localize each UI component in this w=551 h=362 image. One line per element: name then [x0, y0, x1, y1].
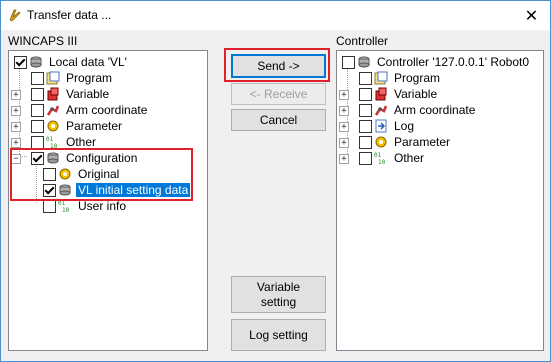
tree-node-label: Controller '127.0.0.1' Robot0 — [377, 55, 530, 69]
tree-node-controller[interactable]: Controller '127.0.0.1' Robot0 — [342, 54, 531, 70]
checkbox-other[interactable] — [359, 151, 372, 165]
window-title: Transfer data ... — [27, 8, 112, 22]
expand-icon[interactable]: + — [11, 138, 21, 148]
checkbox-arm-coordinate[interactable] — [359, 103, 372, 117]
checkbox-variable[interactable] — [359, 87, 372, 101]
checkbox-other[interactable] — [31, 135, 44, 149]
tree-node-label: Program — [66, 71, 113, 85]
tree-node-label: Parameter — [394, 135, 451, 149]
checkbox-arm-coordinate[interactable] — [31, 103, 44, 117]
receive-button[interactable]: <- Receive — [231, 83, 326, 105]
tree-node-label: Arm coordinate — [66, 103, 148, 117]
app-icon — [9, 9, 21, 22]
binary-data-icon: 0110 — [46, 136, 58, 149]
checkbox-controller[interactable] — [342, 55, 355, 69]
tree-node-parameter[interactable]: + Parameter — [11, 118, 124, 134]
tree-node-log[interactable]: + Log — [339, 118, 416, 134]
configuration-highlight — [10, 148, 193, 201]
cancel-button[interactable]: Cancel — [231, 109, 326, 131]
checkbox-local-data[interactable] — [14, 55, 27, 69]
destination-tree[interactable]: Controller '127.0.0.1' Robot0 Program + … — [336, 50, 544, 351]
tree-node-arm-coordinate[interactable]: + Arm coordinate — [11, 102, 149, 118]
expand-icon[interactable]: + — [339, 106, 349, 116]
svg-text:10: 10 — [378, 159, 386, 165]
log-icon — [375, 119, 387, 133]
tree-node-label: Local data 'VL' — [49, 55, 127, 69]
button-label-line: setting — [260, 294, 297, 309]
checkbox-user-info[interactable] — [43, 199, 56, 213]
checkbox-log[interactable] — [359, 119, 372, 133]
program-icon — [46, 71, 60, 85]
tree-node-program[interactable]: Program — [359, 70, 442, 86]
parameter-icon — [375, 136, 387, 148]
binary-data-icon: 0110 — [374, 152, 386, 165]
expand-icon[interactable]: + — [11, 106, 21, 116]
expand-icon[interactable]: + — [339, 138, 349, 148]
checkbox-variable[interactable] — [31, 87, 44, 101]
source-group-label: WINCAPS III — [8, 34, 78, 48]
svg-text:01: 01 — [58, 200, 66, 207]
tree-node-local-data[interactable]: Local data 'VL' — [14, 54, 129, 70]
expand-icon[interactable]: + — [339, 122, 349, 132]
destination-group-label: Controller — [336, 34, 389, 48]
close-button[interactable]: ✕ — [513, 1, 550, 30]
tree-node-label: Log — [394, 119, 415, 133]
checkbox-parameter[interactable] — [31, 119, 44, 133]
expand-icon[interactable]: + — [339, 90, 349, 100]
variable-icon — [47, 87, 59, 101]
log-setting-button[interactable]: Log setting — [231, 319, 326, 351]
close-icon: ✕ — [524, 7, 539, 25]
program-icon — [374, 71, 388, 85]
button-label-line: Variable — [256, 279, 301, 294]
tree-node-label: Other — [394, 151, 425, 165]
arm-coordinate-icon — [374, 105, 388, 116]
tree-node-label: User info — [78, 199, 127, 213]
parameter-icon — [47, 120, 59, 132]
expand-icon[interactable]: + — [339, 154, 349, 164]
tree-node-variable[interactable]: + Variable — [339, 86, 439, 102]
tree-node-label: Variable — [66, 87, 110, 101]
tree-node-label: Variable — [394, 87, 438, 101]
variable-setting-button[interactable]: Variable setting — [231, 276, 326, 313]
tree-node-label: Other — [66, 135, 97, 149]
checkbox-program[interactable] — [31, 71, 44, 85]
arm-coordinate-icon — [46, 105, 60, 116]
expand-icon[interactable]: + — [11, 90, 21, 100]
expand-icon[interactable]: + — [11, 122, 21, 132]
tree-node-program[interactable]: Program — [31, 70, 114, 86]
tree-node-label: Parameter — [66, 119, 123, 133]
svg-text:10: 10 — [62, 207, 70, 213]
checkbox-program[interactable] — [359, 71, 372, 85]
binary-data-icon: 0110 — [58, 200, 70, 213]
transfer-data-dialog: Transfer data ... ✕ WINCAPS III Local da… — [0, 0, 551, 362]
tree-node-other[interactable]: + 01 10 Other — [339, 150, 426, 166]
database-icon — [358, 56, 370, 68]
title-bar: Transfer data ... ✕ — [1, 1, 550, 30]
send-button-highlight — [224, 48, 330, 82]
svg-text:01: 01 — [374, 152, 382, 159]
variable-icon — [375, 87, 387, 101]
tree-node-label: Arm coordinate — [394, 103, 476, 117]
tree-node-arm-coordinate[interactable]: + Arm coordinate — [339, 102, 477, 118]
tree-node-label: Program — [394, 71, 441, 85]
svg-text:01: 01 — [46, 136, 54, 143]
checkbox-parameter[interactable] — [359, 135, 372, 149]
tree-node-parameter[interactable]: + Parameter — [339, 134, 452, 150]
tree-node-variable[interactable]: + Variable — [11, 86, 111, 102]
database-icon — [30, 56, 42, 68]
